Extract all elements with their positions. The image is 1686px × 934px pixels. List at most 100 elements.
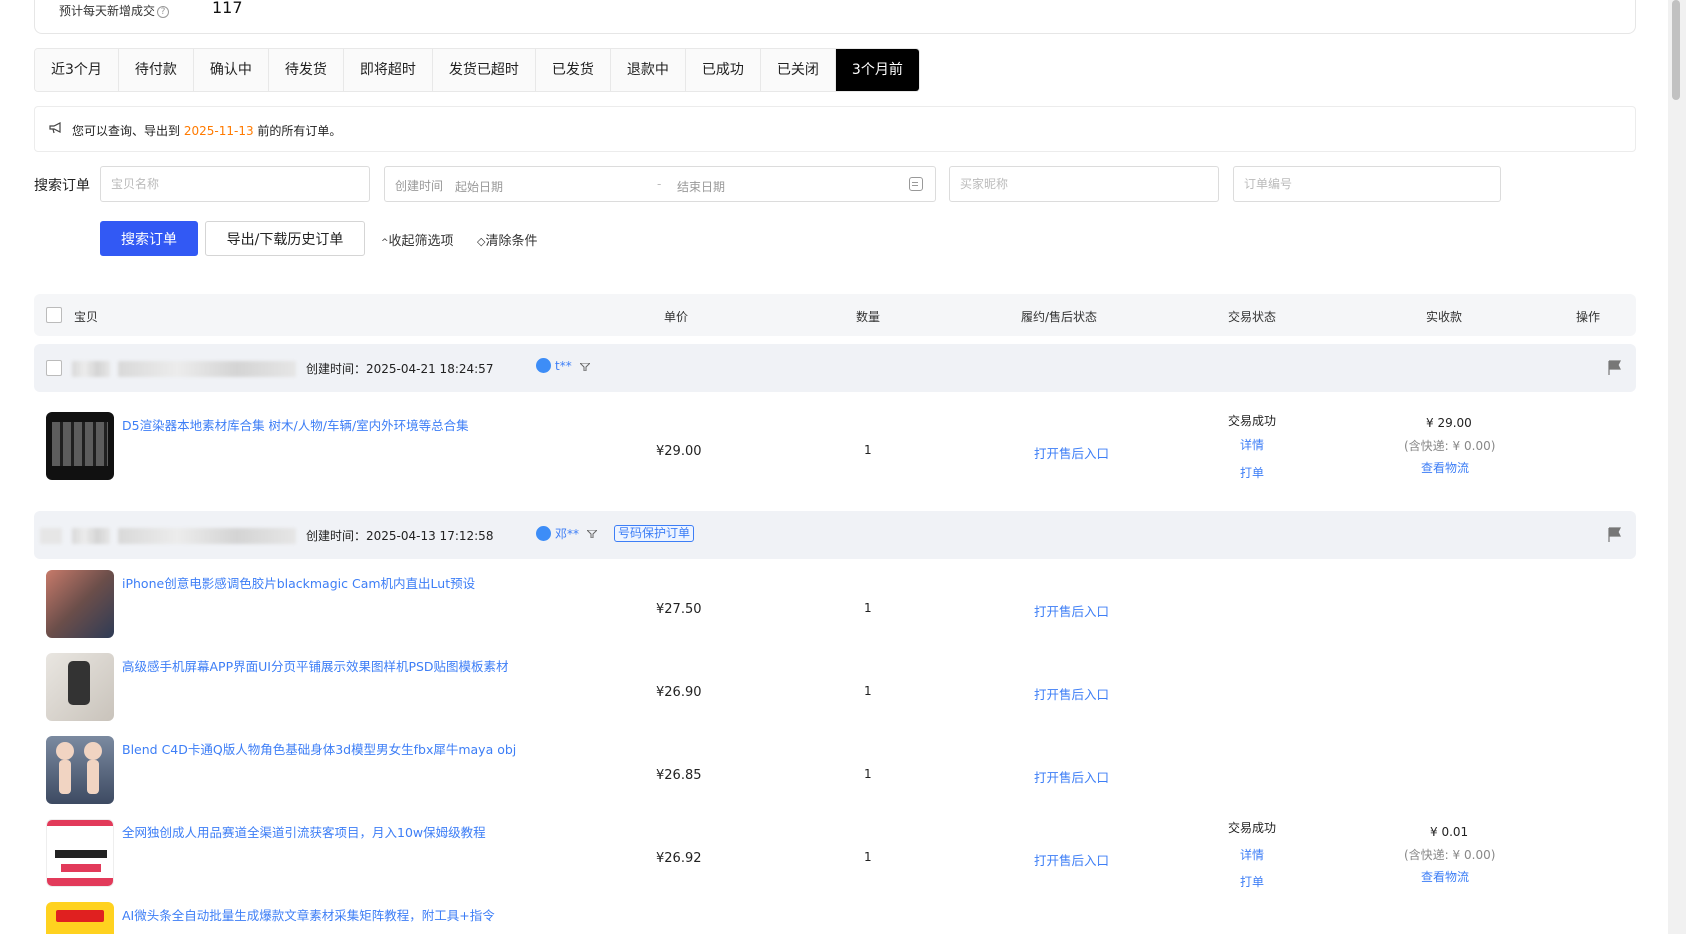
buyer-link[interactable]: t** bbox=[536, 358, 572, 373]
help-icon[interactable]: ? bbox=[157, 6, 170, 18]
col-quantity: 数量 bbox=[856, 310, 881, 324]
filter-icon[interactable] bbox=[580, 363, 590, 371]
number-protection-badge: 号码保护订单 bbox=[614, 525, 695, 542]
order-item-row: 高级感手机屏幕APP界面UI分页平铺展示效果图样机PSD贴图模板素材 ¥26.9… bbox=[34, 653, 1636, 731]
page-scrollbar[interactable] bbox=[1668, 0, 1686, 934]
buyer-nickname-input[interactable] bbox=[949, 166, 1219, 202]
after-sale-link[interactable]: 打开售后入口 bbox=[1034, 601, 1109, 620]
notice-prefix: 您可以查询、导出到 bbox=[72, 124, 181, 138]
order-item-row: Blend C4D卡通Q版人物角色基础身体3d模型男女生fbx犀牛maya ob… bbox=[34, 736, 1636, 814]
masked-order-number bbox=[118, 528, 296, 544]
item-thumbnail[interactable] bbox=[46, 570, 114, 638]
order-item-row: AI微头条全自动批量生成爆款文章素材采集矩阵教程，附工具+指令 bbox=[34, 902, 1636, 934]
item-unit-price: ¥29.00 bbox=[656, 444, 702, 459]
clear-conditions-label: 清除条件 bbox=[485, 234, 538, 249]
item-name-input[interactable] bbox=[100, 166, 370, 202]
tab-about-to-timeout[interactable]: 即将超时 bbox=[343, 49, 433, 91]
masked-order-number bbox=[118, 361, 296, 377]
search-label: 搜索订单 bbox=[34, 178, 90, 194]
item-unit-price: ¥26.85 bbox=[656, 768, 702, 783]
tab-refunding[interactable]: 退款中 bbox=[610, 49, 686, 91]
end-date-field[interactable]: 结束日期 bbox=[677, 178, 725, 195]
order-header: 创建时间：2025-04-13 17:12:58 邓** 号码保护订单 bbox=[34, 511, 1636, 559]
tab-3-months-ago[interactable]: 3个月前 bbox=[835, 49, 919, 91]
after-sale-link[interactable]: 打开售后入口 bbox=[1034, 850, 1109, 869]
col-after-sale-status: 履约/售后状态 bbox=[1021, 310, 1098, 324]
item-title-link[interactable]: Blend C4D卡通Q版人物角色基础身体3d模型男女生fbx犀牛maya ob… bbox=[122, 739, 516, 758]
shipping-fee: (含快递: ¥ 0.00) bbox=[1404, 848, 1496, 862]
print-order-link[interactable]: 打单 bbox=[1240, 464, 1264, 481]
masked-order-number bbox=[72, 528, 110, 544]
item-title-link[interactable]: 高级感手机屏幕APP界面UI分页平铺展示效果图样机PSD贴图模板素材 bbox=[122, 656, 509, 675]
filter-icon[interactable] bbox=[587, 530, 597, 538]
export-history-button[interactable]: 导出/下载历史订单 bbox=[205, 221, 365, 256]
notice-suffix: 前的所有订单。 bbox=[257, 124, 342, 138]
masked-order-number bbox=[40, 528, 62, 544]
daily-stat-label-text: 预计每天新增成交 bbox=[59, 4, 156, 18]
col-received: 实收款 bbox=[1426, 310, 1463, 324]
order-detail-link[interactable]: 详情 bbox=[1240, 436, 1264, 453]
megaphone-icon bbox=[49, 122, 61, 134]
view-logistics-link[interactable]: 查看物流 bbox=[1421, 868, 1469, 885]
clear-conditions-link[interactable]: ◇清除条件 bbox=[477, 230, 537, 249]
collapse-filters-label: 收起筛选项 bbox=[388, 234, 454, 249]
tab-succeeded[interactable]: 已成功 bbox=[685, 49, 761, 91]
tab-shipped[interactable]: 已发货 bbox=[535, 49, 611, 91]
select-all-checkbox[interactable] bbox=[46, 307, 62, 323]
masked-order-number bbox=[72, 361, 110, 377]
item-quantity: 1 bbox=[864, 601, 872, 615]
tab-pending-payment[interactable]: 待付款 bbox=[118, 49, 194, 91]
tab-closed[interactable]: 已关闭 bbox=[760, 49, 836, 91]
order-header: 创建时间：2025-04-21 18:24:57 t** bbox=[34, 344, 1636, 392]
order-item-row: iPhone创意电影感调色胶片blackmagic Cam机内直出Lut预设 ¥… bbox=[34, 570, 1636, 648]
calendar-icon[interactable] bbox=[909, 177, 923, 191]
shipping-fee: (含快递: ¥ 0.00) bbox=[1404, 439, 1496, 453]
received-amount: ¥ 0.01 bbox=[1430, 825, 1469, 839]
flag-icon[interactable] bbox=[1608, 527, 1622, 543]
flag-icon[interactable] bbox=[1608, 360, 1622, 376]
collapse-filters-link[interactable]: ^收起筛选项 bbox=[381, 230, 454, 249]
tab-confirming[interactable]: 确认中 bbox=[193, 49, 269, 91]
after-sale-link[interactable]: 打开售后入口 bbox=[1034, 443, 1109, 462]
orders-table-header: 宝贝 单价 数量 履约/售后状态 交易状态 实收款 操作 bbox=[34, 294, 1636, 336]
order-checkbox[interactable] bbox=[46, 360, 62, 376]
col-action: 操作 bbox=[1576, 310, 1601, 324]
item-title-link[interactable]: AI微头条全自动批量生成爆款文章素材采集矩阵教程，附工具+指令 bbox=[122, 905, 495, 924]
view-logistics-link[interactable]: 查看物流 bbox=[1421, 459, 1469, 476]
item-title-link[interactable]: iPhone创意电影感调色胶片blackmagic Cam机内直出Lut预设 bbox=[122, 573, 475, 592]
order-detail-link[interactable]: 详情 bbox=[1240, 846, 1264, 863]
tab-shipping-timeout[interactable]: 发货已超时 bbox=[432, 49, 536, 91]
order-status-tabs: 近3个月 待付款 确认中 待发货 即将超时 发货已超时 已发货 退款中 已成功 … bbox=[34, 48, 920, 92]
item-unit-price: ¥26.90 bbox=[656, 685, 702, 700]
trade-status: 交易成功 bbox=[1228, 414, 1277, 428]
item-thumbnail[interactable] bbox=[46, 736, 114, 804]
scrollbar-thumb[interactable] bbox=[1672, 0, 1680, 100]
col-unit-price: 单价 bbox=[664, 310, 689, 324]
start-date-field[interactable]: 起始日期 bbox=[455, 178, 503, 195]
item-thumbnail[interactable] bbox=[46, 653, 114, 721]
trade-status: 交易成功 bbox=[1228, 821, 1277, 835]
item-quantity: 1 bbox=[864, 443, 872, 457]
search-orders-button[interactable]: 搜索订单 bbox=[100, 221, 198, 256]
created-date-range[interactable]: 创建时间 起始日期 - 结束日期 bbox=[384, 166, 936, 202]
item-title-link[interactable]: 全网独创成人用品赛道全渠道引流获客项目，月入10w保姆级教程 bbox=[122, 822, 486, 841]
item-thumbnail[interactable] bbox=[46, 819, 114, 887]
after-sale-link[interactable]: 打开售后入口 bbox=[1034, 767, 1109, 786]
buyer-link[interactable]: 邓** bbox=[536, 525, 579, 542]
print-order-link[interactable]: 打单 bbox=[1240, 873, 1264, 890]
after-sale-link[interactable]: 打开售后入口 bbox=[1034, 684, 1109, 703]
chevron-up-icon: ^ bbox=[381, 238, 389, 248]
order-created-time: 创建时间：2025-04-21 18:24:57 bbox=[306, 362, 494, 376]
received-amount: ¥ 29.00 bbox=[1426, 416, 1472, 430]
item-thumbnail[interactable] bbox=[46, 412, 114, 480]
item-title-link[interactable]: D5渲染器本地素材库合集 树木/人物/车辆/室内外环境等总合集 bbox=[122, 415, 469, 434]
order-item-row: 全网独创成人用品赛道全渠道引流获客项目，月入10w保姆级教程 ¥26.92 1 … bbox=[34, 819, 1636, 897]
buyer-avatar-icon bbox=[536, 358, 551, 373]
item-thumbnail[interactable] bbox=[46, 902, 114, 934]
daily-stat-value: 117 bbox=[212, 0, 243, 17]
order-number-input[interactable] bbox=[1233, 166, 1501, 202]
col-trade-status: 交易状态 bbox=[1228, 310, 1277, 324]
page: 预计每天新增成交? 117 近3个月 待付款 确认中 待发货 即将超时 发货已超… bbox=[0, 0, 1686, 934]
tab-to-ship[interactable]: 待发货 bbox=[268, 49, 344, 91]
tab-recent-3-months[interactable]: 近3个月 bbox=[35, 49, 119, 91]
